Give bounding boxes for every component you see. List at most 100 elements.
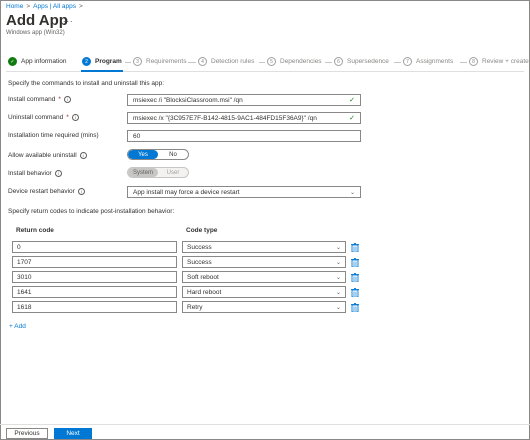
step-label: Assignments — [416, 58, 454, 65]
step-label: App information — [21, 58, 67, 65]
info-icon[interactable]: i — [79, 152, 87, 159]
step-connector — [460, 62, 467, 63]
restart-behavior-dropdown[interactable]: App install may force a device restart ⌄ — [127, 186, 361, 198]
trash-icon[interactable] — [350, 242, 360, 252]
install-behavior-toggle: System User — [127, 167, 189, 178]
breadcrumb: Home > Apps | All apps > — [6, 3, 83, 10]
label-text: Install command — [8, 96, 56, 103]
uninstall-command-input[interactable]: msiexec /x "{3C957E7F-B142-4815-9AC1-484… — [127, 112, 361, 124]
code-type-dropdown[interactable]: Soft reboot ⌄ — [182, 271, 346, 283]
info-icon[interactable]: i — [77, 188, 85, 195]
trash-icon[interactable] — [350, 272, 360, 282]
dropdown-value: Soft reboot — [187, 273, 219, 281]
footer-divider — [0, 424, 530, 425]
step-label: Review + create — [482, 58, 529, 65]
step-label: Program — [95, 58, 122, 65]
step-review-create[interactable]: 8 Review + create — [469, 57, 529, 66]
step-label: Detection rules — [211, 58, 255, 65]
return-code-input[interactable]: 1618 — [12, 301, 177, 313]
previous-button[interactable]: Previous — [6, 428, 48, 439]
step-requirements[interactable]: 3 Requirements — [133, 57, 186, 66]
toggle-yes[interactable]: Yes — [128, 150, 158, 159]
required-marker: * — [58, 96, 61, 103]
code-type-dropdown[interactable]: Success ⌄ — [182, 241, 346, 253]
label-text: Installation time required (mins) — [8, 132, 99, 139]
breadcrumb-home[interactable]: Home — [6, 3, 23, 10]
dropdown-value: Success — [187, 258, 212, 266]
toggle-user: User — [166, 169, 180, 176]
step-program[interactable]: 2 Program — [82, 57, 122, 66]
code-type-header: Code type — [186, 227, 218, 234]
allow-uninstall-label: Allow available uninstall i — [8, 152, 87, 159]
checkmark-icon: ✓ — [8, 57, 17, 66]
label-text: Allow available uninstall — [8, 152, 77, 159]
toggle-no[interactable]: No — [158, 150, 188, 159]
step-connector — [188, 62, 196, 63]
required-marker: * — [66, 114, 69, 121]
step-number-icon: 5 — [267, 57, 276, 66]
info-icon[interactable]: i — [63, 96, 71, 103]
label-text: Install behavior — [8, 170, 52, 177]
return-code-input[interactable]: 1707 — [12, 256, 177, 268]
step-connector — [259, 62, 265, 63]
wizard-steps: ✓ App information 2 Program 3 Requiremen… — [8, 57, 529, 69]
dropdown-value: Retry — [187, 303, 203, 311]
step-label: Supersedence — [347, 58, 389, 65]
step-number-icon: 6 — [334, 57, 343, 66]
info-icon[interactable]: i — [54, 170, 62, 177]
step-connector — [125, 62, 131, 63]
step-supersedence[interactable]: 6 Supersedence — [334, 57, 389, 66]
table-row: 1641 Hard reboot ⌄ — [12, 286, 362, 298]
uninstall-command-label: Uninstall command * i — [8, 114, 79, 121]
chevron-down-icon: ⌄ — [349, 189, 355, 196]
step-number-icon: 8 — [469, 57, 478, 66]
return-code-input[interactable]: 1641 — [12, 286, 177, 298]
toggle-system: System — [128, 168, 158, 177]
info-icon[interactable]: i — [71, 114, 79, 121]
code-type-dropdown[interactable]: Success ⌄ — [182, 256, 346, 268]
breadcrumb-separator: > — [79, 3, 83, 10]
step-assignments[interactable]: 7 Assignments — [403, 57, 453, 66]
chevron-down-icon: ⌄ — [335, 274, 341, 281]
chevron-down-icon: ⌄ — [335, 304, 341, 311]
step-connector — [394, 62, 401, 63]
chevron-down-icon: ⌄ — [335, 289, 341, 296]
trash-icon[interactable] — [350, 257, 360, 267]
input-value: msiexec /x "{3C957E7F-B142-4815-9AC1-484… — [133, 114, 317, 122]
chevron-down-icon: ⌄ — [335, 244, 341, 251]
restart-behavior-label: Device restart behavior i — [8, 188, 85, 195]
trash-icon[interactable] — [350, 302, 360, 312]
step-app-information[interactable]: ✓ App information — [8, 57, 67, 66]
next-button[interactable]: Next — [54, 428, 92, 439]
commands-intro: Specify the commands to install and unin… — [8, 80, 165, 87]
install-time-label: Installation time required (mins) — [8, 132, 99, 139]
table-row: 0 Success ⌄ — [12, 241, 362, 253]
active-step-indicator — [81, 70, 123, 72]
step-connector — [325, 62, 332, 63]
return-codes-intro: Specify return codes to indicate post-in… — [8, 208, 175, 215]
page-title: Add App — [6, 12, 68, 29]
dropdown-value: Hard reboot — [187, 288, 222, 296]
breadcrumb-apps[interactable]: Apps | All apps — [33, 3, 76, 10]
add-return-code-link[interactable]: + Add — [9, 323, 26, 330]
step-detection-rules[interactable]: 4 Detection rules — [198, 57, 254, 66]
page-subtitle: Windows app (Win32) — [6, 30, 65, 36]
more-options-button[interactable]: ... — [63, 14, 74, 24]
install-time-input[interactable]: 60 — [127, 130, 361, 142]
step-number-icon: 4 — [198, 57, 207, 66]
trash-icon[interactable] — [350, 287, 360, 297]
return-code-input[interactable]: 3010 — [12, 271, 177, 283]
step-label: Dependencies — [280, 58, 322, 65]
return-code-input[interactable]: 0 — [12, 241, 177, 253]
code-type-dropdown[interactable]: Hard reboot ⌄ — [182, 286, 346, 298]
input-value: msiexec /i "BlocksiClassroom.msi" /qn — [133, 96, 243, 104]
return-code-header: Return code — [16, 227, 54, 234]
install-command-label: Install command * i — [8, 96, 71, 103]
label-text: Device restart behavior — [8, 188, 75, 195]
install-command-input[interactable]: msiexec /i "BlocksiClassroom.msi" /qn ✓ — [127, 94, 361, 106]
allow-uninstall-toggle[interactable]: Yes No — [127, 149, 189, 160]
table-row: 1618 Retry ⌄ — [12, 301, 362, 313]
step-label: Requirements — [146, 58, 187, 65]
code-type-dropdown[interactable]: Retry ⌄ — [182, 301, 346, 313]
step-dependencies[interactable]: 5 Dependencies — [267, 57, 322, 66]
